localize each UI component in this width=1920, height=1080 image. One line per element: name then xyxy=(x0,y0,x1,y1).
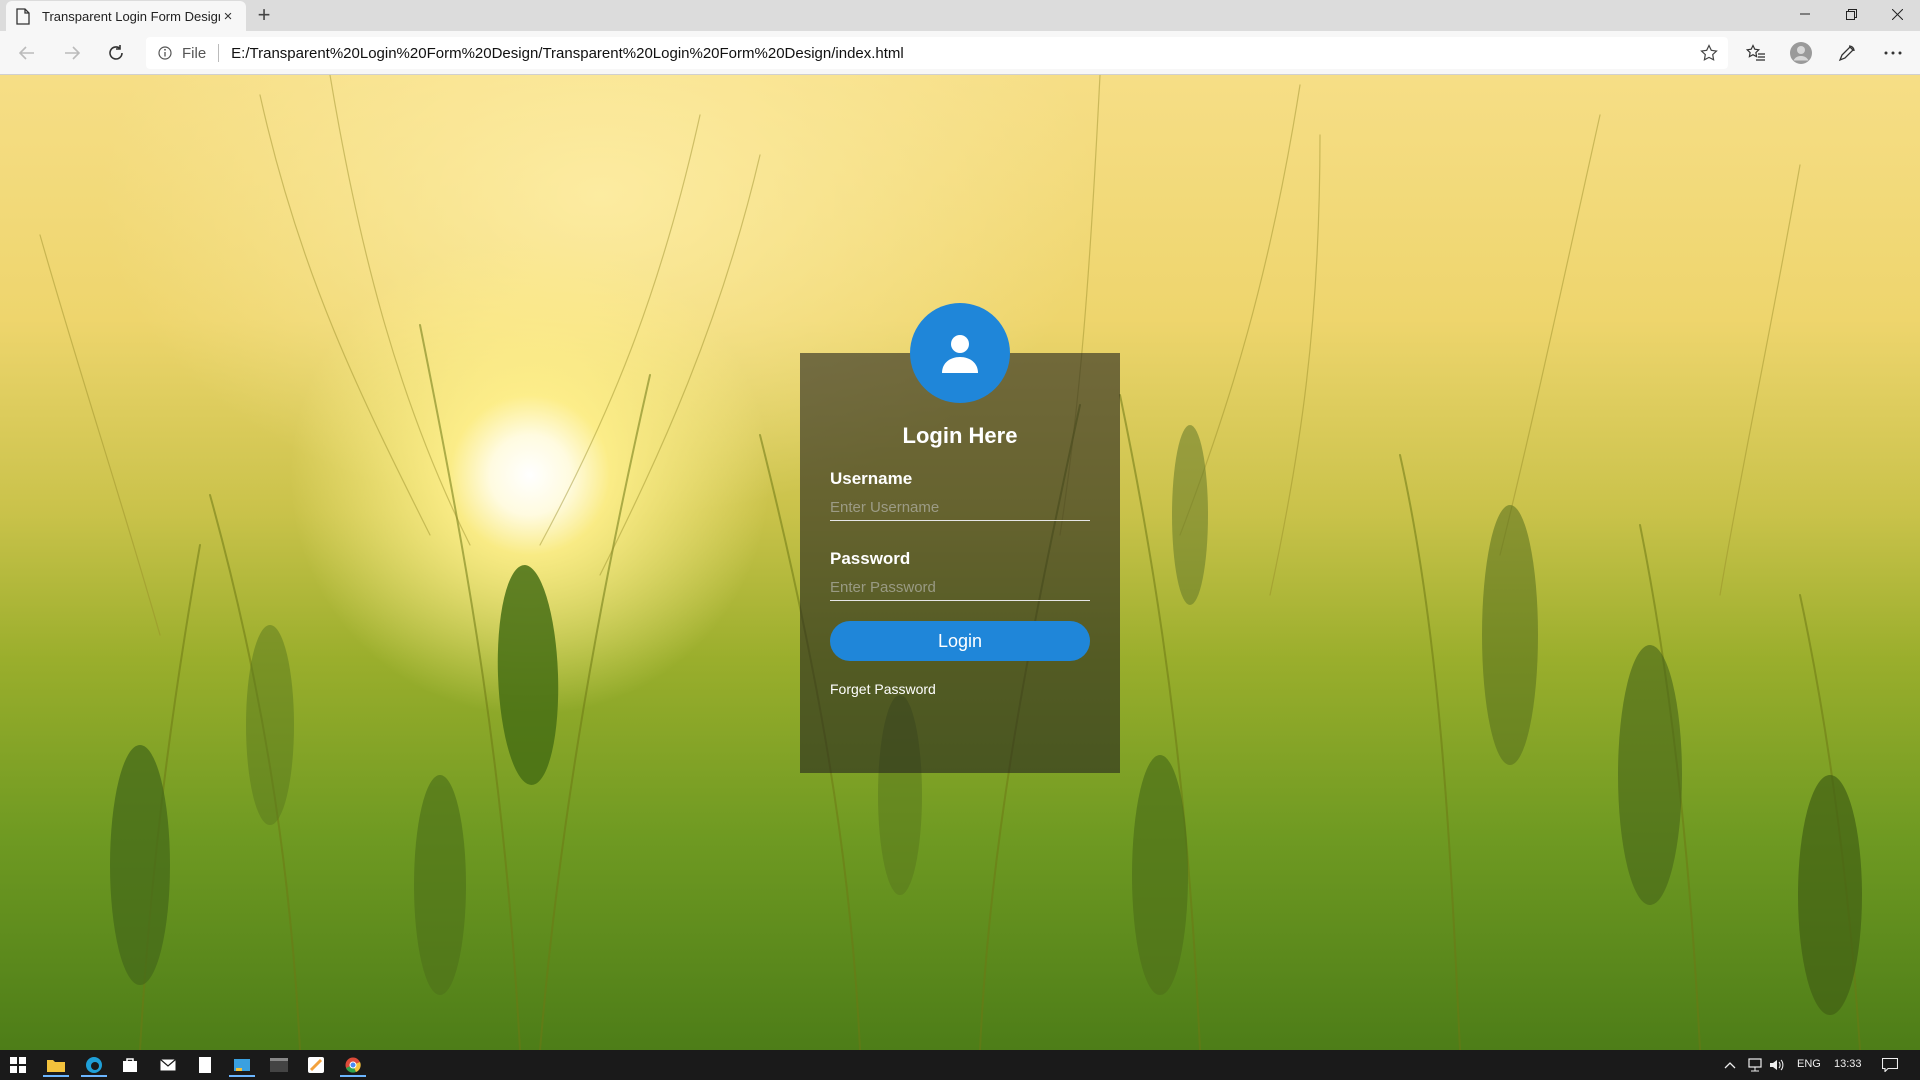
terminal-icon[interactable] xyxy=(267,1053,291,1077)
page-icon xyxy=(16,7,30,25)
store-icon[interactable] xyxy=(118,1053,142,1077)
password-label: Password xyxy=(830,549,911,568)
address-bar[interactable]: File E:/Transparent%20Login%20Form%20Des… xyxy=(146,37,1728,69)
close-tab-icon[interactable]: × xyxy=(220,8,236,25)
login-button[interactable]: Login xyxy=(830,621,1090,661)
username-input[interactable] xyxy=(830,495,1090,521)
browser-tab[interactable]: Transparent Login Form Design × xyxy=(6,1,246,31)
browser-toolbar: File E:/Transparent%20Login%20Form%20Des… xyxy=(0,31,1920,75)
star-icon[interactable] xyxy=(1700,44,1718,67)
favorites-icon[interactable] xyxy=(1743,40,1769,66)
page-viewport: Login Here Username Password Login Forge… xyxy=(0,75,1920,1050)
back-icon[interactable] xyxy=(13,39,41,67)
address-prefix: File xyxy=(182,44,207,62)
url-text[interactable]: E:/Transparent%20Login%20Form%20Design/T… xyxy=(231,45,904,62)
close-window-icon[interactable] xyxy=(1874,0,1920,28)
password-input[interactable] xyxy=(830,575,1090,601)
login-card: Login Here Username Password Login Forge… xyxy=(800,303,1120,773)
restore-icon[interactable] xyxy=(1828,0,1874,28)
paint-icon[interactable] xyxy=(304,1053,328,1077)
profile-icon[interactable] xyxy=(1788,40,1814,66)
mail-icon[interactable] xyxy=(156,1053,180,1077)
new-tab-button[interactable]: + xyxy=(252,3,276,27)
avatar xyxy=(910,303,1010,403)
notepad-icon[interactable] xyxy=(193,1053,217,1077)
address-separator xyxy=(218,44,220,62)
file-explorer-icon[interactable] xyxy=(43,1053,69,1077)
network-icon[interactable] xyxy=(1743,1053,1767,1077)
refresh-icon[interactable] xyxy=(102,39,130,67)
login-title: Login Here xyxy=(902,423,1018,448)
volume-icon[interactable] xyxy=(1765,1053,1789,1077)
forget-password-link[interactable]: Forget Password xyxy=(830,681,1090,697)
clock[interactable]: 13:33 xyxy=(1834,1058,1862,1070)
notifications-icon[interactable] xyxy=(1878,1053,1902,1077)
edge-icon[interactable] xyxy=(81,1053,107,1077)
taskbar: ENG 13:33 xyxy=(0,1050,1920,1080)
minimize-icon[interactable] xyxy=(1782,0,1828,28)
chrome-icon[interactable] xyxy=(340,1053,366,1077)
read-aloud-icon[interactable] xyxy=(1834,40,1860,66)
tab-strip: Transparent Login Form Design × + xyxy=(0,0,1920,31)
start-icon[interactable] xyxy=(6,1053,30,1077)
language-indicator[interactable]: ENG xyxy=(1797,1058,1821,1070)
username-label: Username xyxy=(830,469,913,488)
chevron-up-icon[interactable] xyxy=(1718,1053,1742,1077)
info-icon[interactable] xyxy=(158,46,172,60)
more-icon[interactable] xyxy=(1880,40,1906,66)
user-icon xyxy=(942,335,978,373)
forward-icon[interactable] xyxy=(58,39,86,67)
tab-title: Transparent Login Form Design xyxy=(42,8,220,24)
vscode-icon[interactable] xyxy=(229,1053,255,1077)
